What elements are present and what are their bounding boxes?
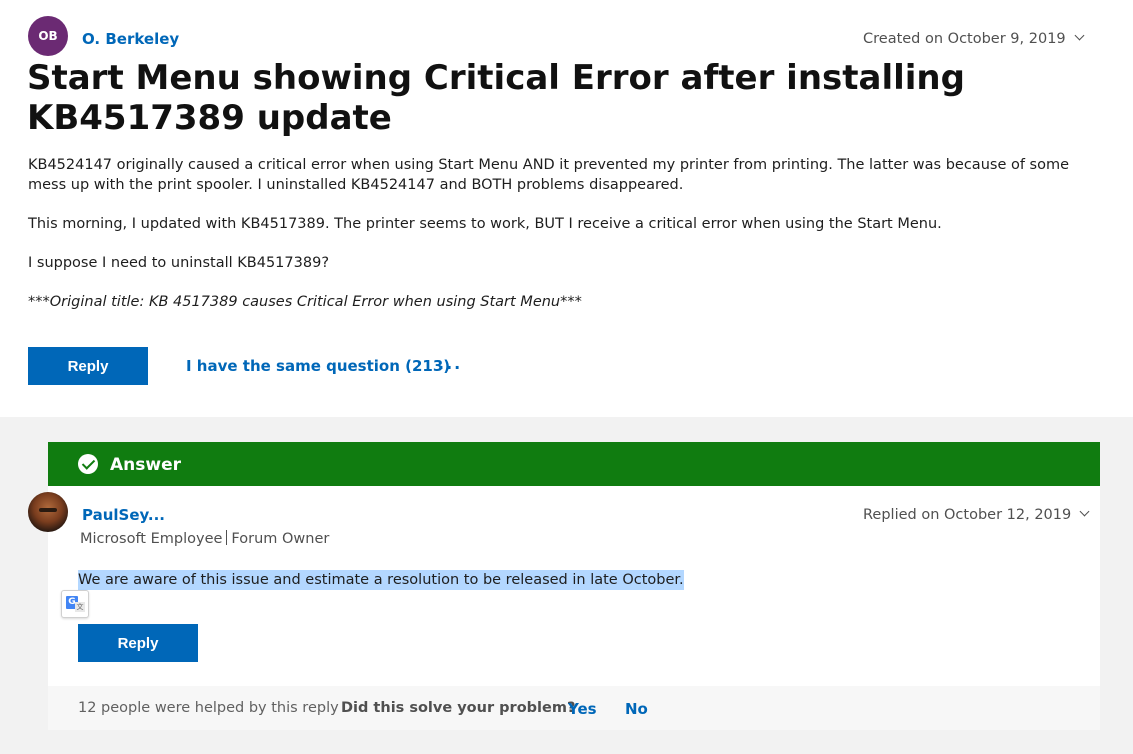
answer-text: We are aware of this issue and estimate … [78,570,684,590]
created-date-text: Created on October 9, 2019 [863,31,1066,47]
same-question-button[interactable]: I have the same question (213) [186,357,450,375]
check-circle-icon [78,454,98,474]
question-paragraph-3: I suppose I need to uninstall KB4517389? [28,255,330,271]
answer-reply-button[interactable]: Reply [78,624,198,662]
role-employee: Microsoft Employee [80,531,223,547]
original-title-note: ***Original title: KB 4517389 causes Cri… [28,294,582,310]
author-avatar[interactable]: OB [28,16,68,56]
question-paragraph-1: KB4524147 originally caused a critical e… [28,157,1070,193]
reply-author-avatar[interactable] [28,492,68,532]
replied-date-text: Replied on October 12, 2019 [863,507,1072,523]
author-name-link[interactable]: O. Berkeley [82,30,179,48]
reply-button[interactable]: Reply [28,347,148,385]
replied-date-dropdown[interactable]: Replied on October 12, 2019 [863,506,1090,523]
question-title: Start Menu showing Critical Error after … [27,58,965,138]
role-forum-owner: Forum Owner [231,531,330,547]
answer-header: Answer [48,442,1100,486]
separator-dot: · [322,700,327,716]
translate-icon[interactable]: G 文 [61,590,89,618]
reply-author-role: Microsoft Employee Forum Owner [80,530,329,547]
yes-button[interactable]: Yes [568,700,597,718]
more-options-button[interactable]: ··· [438,358,462,377]
answer-label: Answer [110,455,181,475]
no-button[interactable]: No [625,700,648,718]
created-date-dropdown[interactable]: Created on October 9, 2019 [863,30,1085,47]
reply-author-name-link[interactable]: PaulSey... [82,506,165,524]
solve-question-label: Did this solve your problem? [341,700,576,716]
role-divider [226,530,228,545]
question-paragraph-2: This morning, I updated with KB4517389. … [28,216,942,232]
chevron-down-icon [1074,30,1085,41]
chevron-down-icon [1079,506,1090,517]
helped-count: 12 people were helped by this reply [78,700,339,716]
translate-glyph-secondary: 文 [75,602,85,612]
